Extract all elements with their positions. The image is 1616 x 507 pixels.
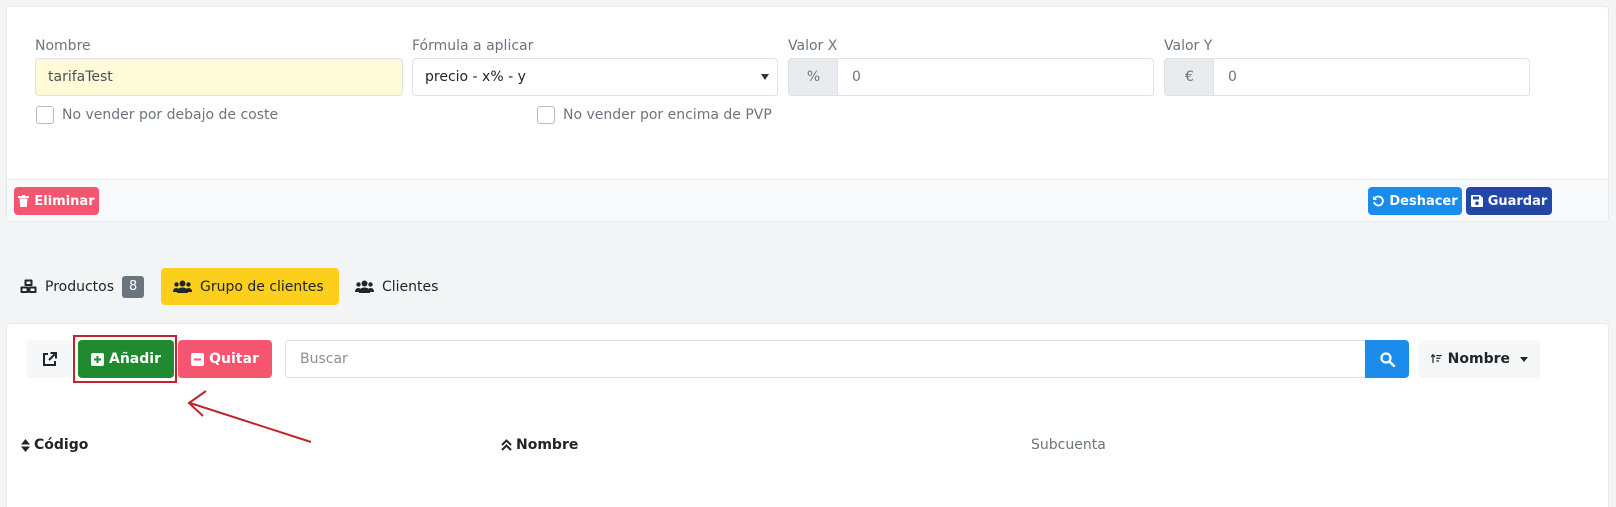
search-input[interactable]: Buscar [285, 340, 1366, 378]
valor-x-label: Valor X [788, 38, 838, 54]
undo-button[interactable]: Deshacer [1368, 187, 1462, 215]
percent-icon: % [788, 58, 838, 96]
remove-label: Quitar [209, 351, 259, 367]
users-icon [355, 280, 374, 293]
open-external-button[interactable] [26, 340, 72, 378]
column-header-nombre[interactable]: Nombre [501, 437, 578, 453]
valor-y-input[interactable]: 0 [1213, 58, 1530, 96]
minus-square-icon [191, 352, 205, 366]
above-pvp-label: No vender por encima de PVP [563, 107, 772, 123]
external-link-icon [42, 351, 57, 366]
tab-grupo-clientes-label: Grupo de clientes [200, 278, 324, 295]
users-icon [173, 280, 192, 293]
column-label: Nombre [516, 437, 579, 453]
valor-y-label: Valor Y [1164, 38, 1213, 54]
card-footer: Eliminar Deshacer Guardar [7, 179, 1608, 221]
productos-count-badge: 8 [122, 275, 145, 298]
column-label: Código [34, 437, 89, 453]
sort-label: Nombre [1447, 351, 1510, 367]
save-button[interactable]: Guardar [1466, 187, 1552, 215]
tab-grupo-clientes[interactable]: Grupo de clientes [161, 268, 339, 305]
delete-label: Eliminar [34, 193, 95, 209]
valor-x-input[interactable]: 0 [837, 58, 1154, 96]
formula-select[interactable]: precio - x% - y [412, 58, 778, 96]
undo-icon [1373, 195, 1385, 207]
nombre-label: Nombre [35, 38, 91, 54]
save-label: Guardar [1487, 193, 1548, 209]
tab-productos[interactable]: Productos 8 [8, 268, 156, 305]
search-icon [1379, 351, 1395, 367]
below-cost-checkbox[interactable] [36, 106, 54, 124]
floppy-icon [1470, 195, 1483, 207]
sort-icon [1431, 353, 1442, 363]
euro-icon: € [1164, 58, 1214, 96]
formula-label: Fórmula a aplicar [412, 38, 534, 54]
chevron-down-icon [761, 74, 769, 80]
sort-dropdown[interactable]: Nombre [1419, 340, 1540, 378]
column-header-codigo[interactable]: Código [21, 437, 88, 453]
nombre-input[interactable]: tarifaTest [35, 58, 403, 96]
trash-icon [18, 195, 30, 207]
below-cost-label: No vender por debajo de coste [62, 107, 279, 123]
caret-down-icon [1520, 356, 1528, 362]
search-button[interactable] [1365, 340, 1409, 378]
rate-edit-card: Nombre tarifaTest Fórmula a aplicar prec… [6, 6, 1609, 222]
column-header-subcuenta[interactable]: Subcuenta [1031, 437, 1106, 453]
annotation-highlight [73, 335, 177, 383]
double-chevron-up-icon [501, 439, 512, 451]
tab-productos-label: Productos [45, 278, 115, 295]
above-pvp-checkbox[interactable] [537, 106, 555, 124]
tab-clientes-label: Clientes [382, 278, 439, 295]
list-card: Añadir Quitar Buscar Nombre Código Nombr… [6, 323, 1609, 507]
cubes-icon [20, 279, 37, 293]
tab-clientes[interactable]: Clientes [343, 268, 450, 305]
column-label: Subcuenta [1031, 437, 1106, 453]
undo-label: Deshacer [1389, 193, 1458, 209]
remove-button[interactable]: Quitar [178, 340, 272, 378]
sort-both-icon [21, 438, 30, 452]
formula-select-value: precio - x% - y [425, 69, 526, 85]
delete-button[interactable]: Eliminar [14, 187, 99, 215]
